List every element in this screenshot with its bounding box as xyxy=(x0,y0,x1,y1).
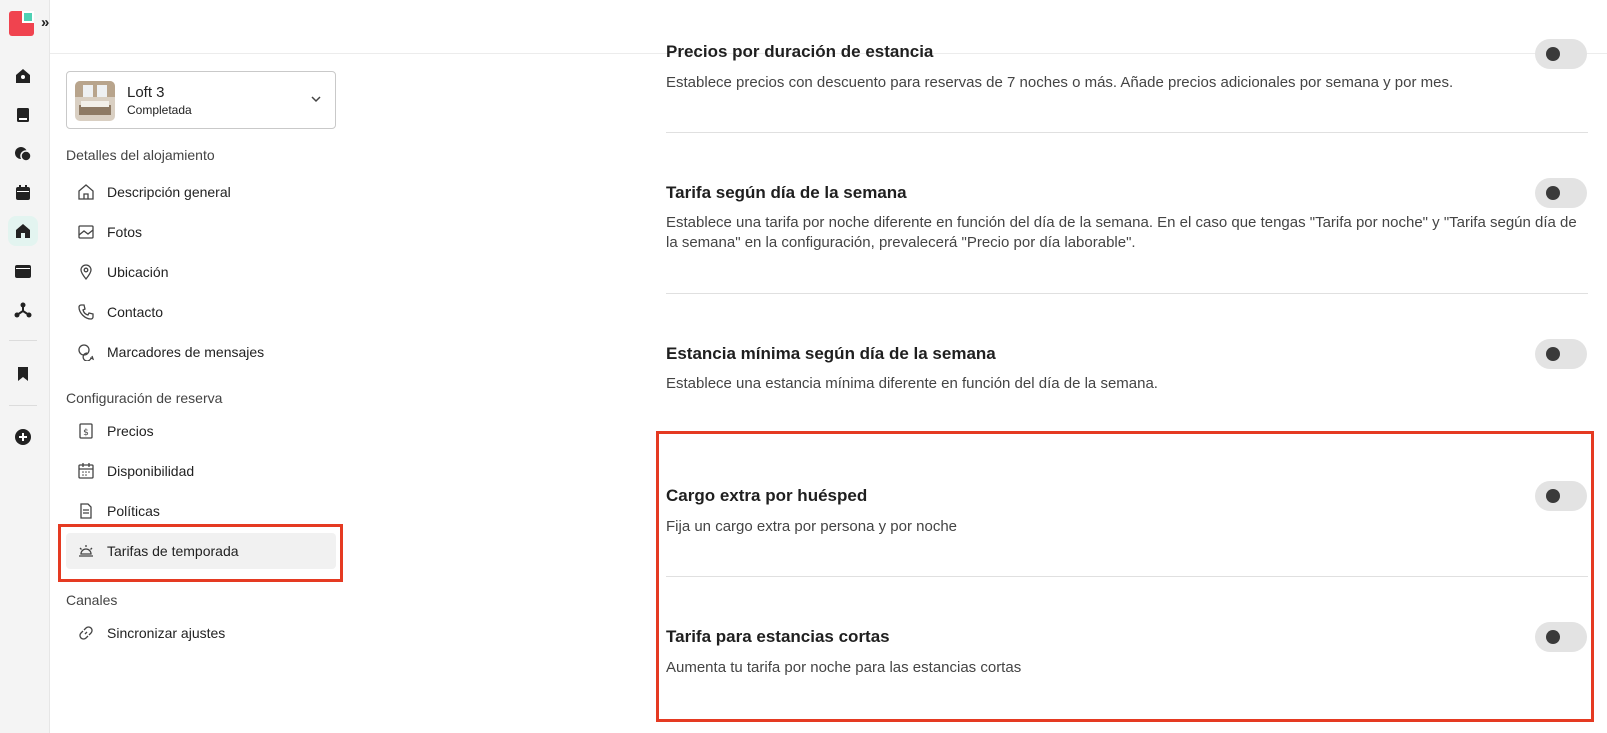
sidebar-item-label: Descripción general xyxy=(107,184,231,200)
property-status: Completada xyxy=(127,103,192,117)
property-thumbnail xyxy=(75,81,115,121)
sidebar-item-location[interactable]: Ubicación xyxy=(66,254,336,290)
sidebar-item-photos[interactable]: Fotos xyxy=(66,214,336,250)
expand-rail-button[interactable]: » xyxy=(41,14,49,31)
chat-icon[interactable] xyxy=(8,139,38,169)
section-title-channels: Canales xyxy=(66,592,118,608)
highlight-box-seasonal-rates xyxy=(58,524,343,582)
svg-text:$: $ xyxy=(83,428,89,438)
phone-icon xyxy=(76,302,96,322)
sidebar-item-label: Marcadores de mensajes xyxy=(107,344,265,360)
link-icon xyxy=(76,623,96,643)
chat-bubbles-icon xyxy=(76,342,96,362)
sidebar-item-label: Fotos xyxy=(107,224,143,240)
sidebar-item-prices[interactable]: $ Precios xyxy=(66,413,336,449)
section-title-booking: Configuración de reserva xyxy=(66,390,223,406)
home-icon[interactable] xyxy=(8,61,38,91)
sidebar-item-message-markers[interactable]: Marcadores de mensajes xyxy=(66,334,336,370)
row-desc-min-stay-weekday: Establece una estancia mínima diferente … xyxy=(666,375,1158,392)
price-tag-icon: $ xyxy=(76,421,96,441)
toggle-knob xyxy=(1546,186,1560,200)
bookmark-icon[interactable] xyxy=(8,359,38,389)
sidebar-item-label: Contacto xyxy=(107,304,164,320)
sidebar-item-label: Disponibilidad xyxy=(107,463,195,479)
row-desc-weekday-rate: Establece una tarifa por noche diferente… xyxy=(666,214,1577,251)
sidebar-item-contact[interactable]: Contacto xyxy=(66,294,336,330)
row-title-stay-length-pricing: Precios por duración de estancia xyxy=(666,42,934,61)
rail-divider xyxy=(9,340,37,341)
calendar-icon[interactable] xyxy=(8,178,38,208)
book-icon[interactable] xyxy=(8,100,38,130)
left-rail: » xyxy=(0,0,50,733)
rail-divider xyxy=(9,405,37,406)
row-desc-stay-length-pricing: Establece precios con descuento para res… xyxy=(666,74,1454,91)
sidebar-item-label: Precios xyxy=(107,423,154,439)
sidebar-item-overview[interactable]: Descripción general xyxy=(66,174,336,210)
sidebar-item-label: Políticas xyxy=(107,503,160,519)
highlight-box-extra-options xyxy=(656,431,1594,722)
add-circle-icon[interactable] xyxy=(8,422,38,452)
sidebar-item-label: Ubicación xyxy=(107,264,169,280)
toggle-stay-length-pricing[interactable] xyxy=(1535,39,1587,69)
image-icon xyxy=(76,222,96,242)
browser-icon[interactable] xyxy=(8,256,38,286)
location-pin-icon xyxy=(76,262,96,282)
house-icon[interactable] xyxy=(8,216,38,246)
chevron-down-icon[interactable] xyxy=(309,92,323,106)
sidebar-item-label: Sincronizar ajustes xyxy=(107,625,226,641)
calendar-grid-icon xyxy=(76,461,96,481)
row-title-min-stay-weekday: Estancia mínima según día de la semana xyxy=(666,344,996,363)
divider xyxy=(666,293,1588,294)
house-outline-icon xyxy=(76,182,96,202)
section-title-details: Detalles del alojamiento xyxy=(66,147,215,163)
document-icon xyxy=(76,501,96,521)
property-selector[interactable]: Loft 3 Completada xyxy=(66,71,336,129)
toggle-min-stay-weekday[interactable] xyxy=(1535,339,1587,369)
row-title-weekday-rate: Tarifa según día de la semana xyxy=(666,183,907,202)
toggle-weekday-rate[interactable] xyxy=(1535,178,1587,208)
property-name: Loft 3 xyxy=(127,84,165,101)
toggle-knob xyxy=(1546,47,1560,61)
app-logo-icon[interactable] xyxy=(9,11,34,36)
sidebar-item-availability[interactable]: Disponibilidad xyxy=(66,453,336,489)
network-icon[interactable] xyxy=(8,295,38,325)
divider xyxy=(666,132,1588,133)
sidebar-item-sync-settings[interactable]: Sincronizar ajustes xyxy=(66,615,336,651)
toggle-knob xyxy=(1546,347,1560,361)
